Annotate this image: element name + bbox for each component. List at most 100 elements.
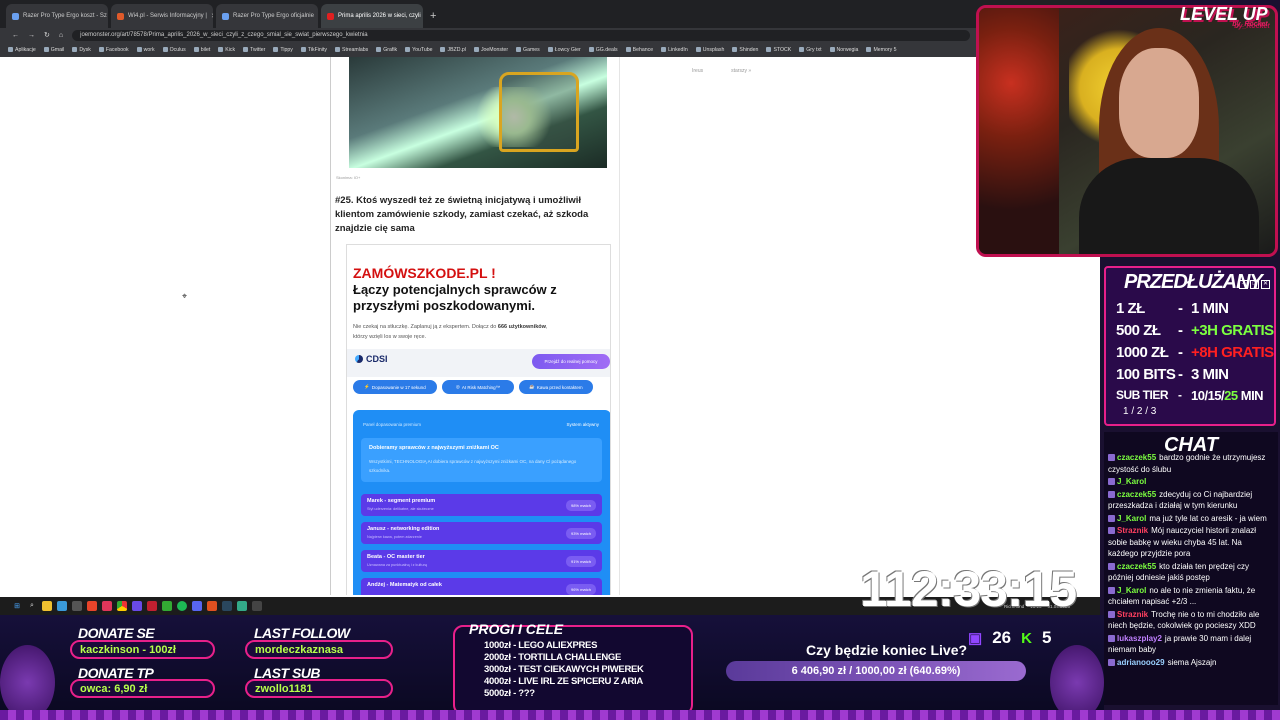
file-explorer-icon[interactable] <box>42 601 52 611</box>
forward-icon[interactable]: → <box>28 32 35 39</box>
home-icon[interactable]: ⌂ <box>59 32 63 39</box>
article-image <box>349 57 607 168</box>
bookmark-icon <box>162 47 168 52</box>
reload-icon[interactable]: ↻ <box>44 31 50 39</box>
promo-dash: - <box>1178 300 1183 317</box>
bookmark-item[interactable]: bilet <box>193 47 210 53</box>
taskbar-app-icon[interactable] <box>132 601 142 611</box>
browser-tab[interactable]: Wi4.pl - Serwis Informacyjny | ✕ <box>111 4 213 28</box>
chat-badge-icon <box>1108 478 1115 485</box>
match-score: 98% match <box>565 500 596 511</box>
taskbar-app-icon[interactable] <box>207 601 217 611</box>
steam-icon[interactable] <box>222 601 232 611</box>
taskbar-app-icon[interactable] <box>252 601 262 611</box>
browser-window: Razer Pro Type Ergo koszt - Sz✕ Wi4.pl -… <box>0 0 1100 615</box>
bookmarks-bar: Aplikacje Gmail Dysk Facebook work Oculus bile… <box>0 42 1100 57</box>
taskbar-app-icon[interactable] <box>102 601 112 611</box>
last-follow-label: LAST FOLLOW <box>254 625 350 641</box>
card-desc-prefix: Nie czekaj na stłuczkę. Zaplanuj ją z ek… <box>353 324 498 330</box>
viewer-counts: ▣ 26 K5 <box>968 628 1051 648</box>
bookmark-icon <box>8 47 13 52</box>
bookmark-icon <box>473 47 479 52</box>
chat-message: Straznik Mój nauczyciel historii znalazł … <box>1108 525 1274 560</box>
windows-start-icon[interactable]: ⊞ <box>12 601 22 611</box>
goal-item: 2000zł - TORTILLA CHALLENGE <box>484 652 622 663</box>
bookmark-item[interactable]: Kick <box>218 47 235 53</box>
article-card-image: ZAMÓWSZKODE.PL ! Łączy potencjalnych spr… <box>346 244 611 595</box>
bookmark-item[interactable]: JoeMonster <box>473 47 508 53</box>
bookmark-icon <box>661 47 667 52</box>
bookmark-item[interactable]: YouTube <box>405 47 432 53</box>
xbox-icon[interactable] <box>162 601 172 611</box>
taskbar-app-icon[interactable] <box>237 601 247 611</box>
bookmark-icon <box>829 47 835 52</box>
promo-row: SUB TIER -10/15/25 MIN <box>1116 388 1264 403</box>
bookmark-item[interactable]: Memory 5 <box>866 47 897 53</box>
chat-message: J_Karol no ale to nie zmienia faktu, że c… <box>1108 585 1274 608</box>
bookmark-item[interactable]: Gmail <box>43 46 65 53</box>
new-tab-button[interactable]: + <box>426 4 440 28</box>
match-sub: Najpierw kawa, potem zdarzenie <box>367 535 422 539</box>
promo-row: 100 BITS -3 MIN <box>1116 366 1229 383</box>
bookmark-item[interactable]: TikFinity <box>300 47 327 53</box>
next-link[interactable]: starszy » <box>731 68 751 74</box>
bookmark-item[interactable]: Dysk <box>72 47 91 53</box>
promo-left: 500 ZŁ <box>1116 322 1161 339</box>
chat-username: lukaszplay2 <box>1117 633 1162 643</box>
bookmark-item[interactable]: Łowcy Gier <box>547 46 581 53</box>
bookmark-item[interactable]: work <box>136 47 155 53</box>
bookmark-icon <box>136 47 142 52</box>
panel-status: System aktywny <box>566 422 599 427</box>
chat-username: J_Karol <box>1117 477 1147 486</box>
bookmark-item[interactable]: Gry txt <box>799 47 822 53</box>
browser-tab[interactable]: Razer Pro Type Ergo koszt - Sz✕ <box>6 4 108 28</box>
bookmark-item[interactable]: STOCK <box>766 47 791 53</box>
taskbar-app-icon[interactable] <box>57 601 67 611</box>
bookmark-item[interactable]: Games <box>516 47 540 53</box>
url-input[interactable]: joemonster.org/art/78578/Prima_aprilis_2… <box>72 29 970 41</box>
chat-message: Straznik Trochę nie o to mi chodziło ale … <box>1108 609 1274 632</box>
search-icon[interactable]: ⌕ <box>27 601 37 611</box>
bookmark-label: Łowcy Gier <box>554 46 581 53</box>
bookmark-item[interactable]: Streamlabs <box>335 47 368 53</box>
chat-badge-icon <box>1108 586 1115 594</box>
bookmark-item[interactable]: Behance <box>625 47 653 53</box>
chrome-icon[interactable] <box>117 601 127 611</box>
bookmark-item[interactable]: GG.deals <box>588 47 618 53</box>
promo-dash: - <box>1178 322 1183 339</box>
bookmark-item[interactable]: LinkedIn <box>661 47 688 53</box>
close-tab-icon[interactable]: ✕ <box>211 12 213 20</box>
match-row: Janusz - networking edition Najpierw kawa… <box>361 522 602 544</box>
browser-tab[interactable]: Razer Pro Type Ergo oficjalnie✕ <box>216 4 318 28</box>
bookmark-item[interactable]: Grafik <box>376 47 397 53</box>
bookmark-item[interactable]: Twitter <box>243 47 265 53</box>
bookmark-item[interactable]: Unsplash <box>695 47 724 53</box>
chat-message: czaczek55 bardzo godnie że utrzymujesz cz… <box>1108 452 1274 475</box>
bookmark-item[interactable]: Oculus <box>162 47 186 53</box>
image-caption: Skonima: IO+ <box>336 175 361 180</box>
discord-icon[interactable] <box>192 601 202 611</box>
card-pill-label: Kawa przed kontaktem <box>536 384 583 390</box>
chat-panel: CHAT czaczek55 bardzo godnie że utrzymuje… <box>1104 432 1278 705</box>
bookmark-label: Gmail <box>50 46 65 53</box>
prev-link[interactable]: Ireus <box>692 68 703 74</box>
taskbar-app-icon[interactable] <box>87 601 97 611</box>
bookmark-item[interactable]: Shinden <box>732 47 758 53</box>
match-row: Beata - OC master tier Uznawana za punktu… <box>361 550 602 572</box>
chat-username: J_Karol <box>1117 513 1147 523</box>
tab-favicon-icon <box>222 12 229 20</box>
bookmark-item[interactable]: Aplikacje <box>8 47 36 53</box>
match-score: 91% match <box>565 556 596 567</box>
goal-item: 3000zł - TEST CIEKAWYCH PIWEREK <box>484 664 644 675</box>
browser-tab-active[interactable]: Prima aprilis 2026 w sieci, czyli✕ <box>321 4 423 28</box>
panel-box-text: Wszystkimi, TECHNOLOGIĄ AI dobiera spraw… <box>369 459 577 473</box>
bookmark-item[interactable]: Norwegia <box>829 47 858 53</box>
bookmark-item[interactable]: JBZD.pl <box>440 47 466 53</box>
spotify-icon[interactable] <box>177 601 187 611</box>
bookmark-icon <box>866 47 872 52</box>
taskbar-app-icon[interactable] <box>147 601 157 611</box>
back-icon[interactable]: ← <box>12 32 19 39</box>
bookmark-item[interactable]: Tippy <box>273 47 293 53</box>
bookmark-item[interactable]: Facebook <box>98 47 129 53</box>
taskbar-app-icon[interactable] <box>72 601 82 611</box>
